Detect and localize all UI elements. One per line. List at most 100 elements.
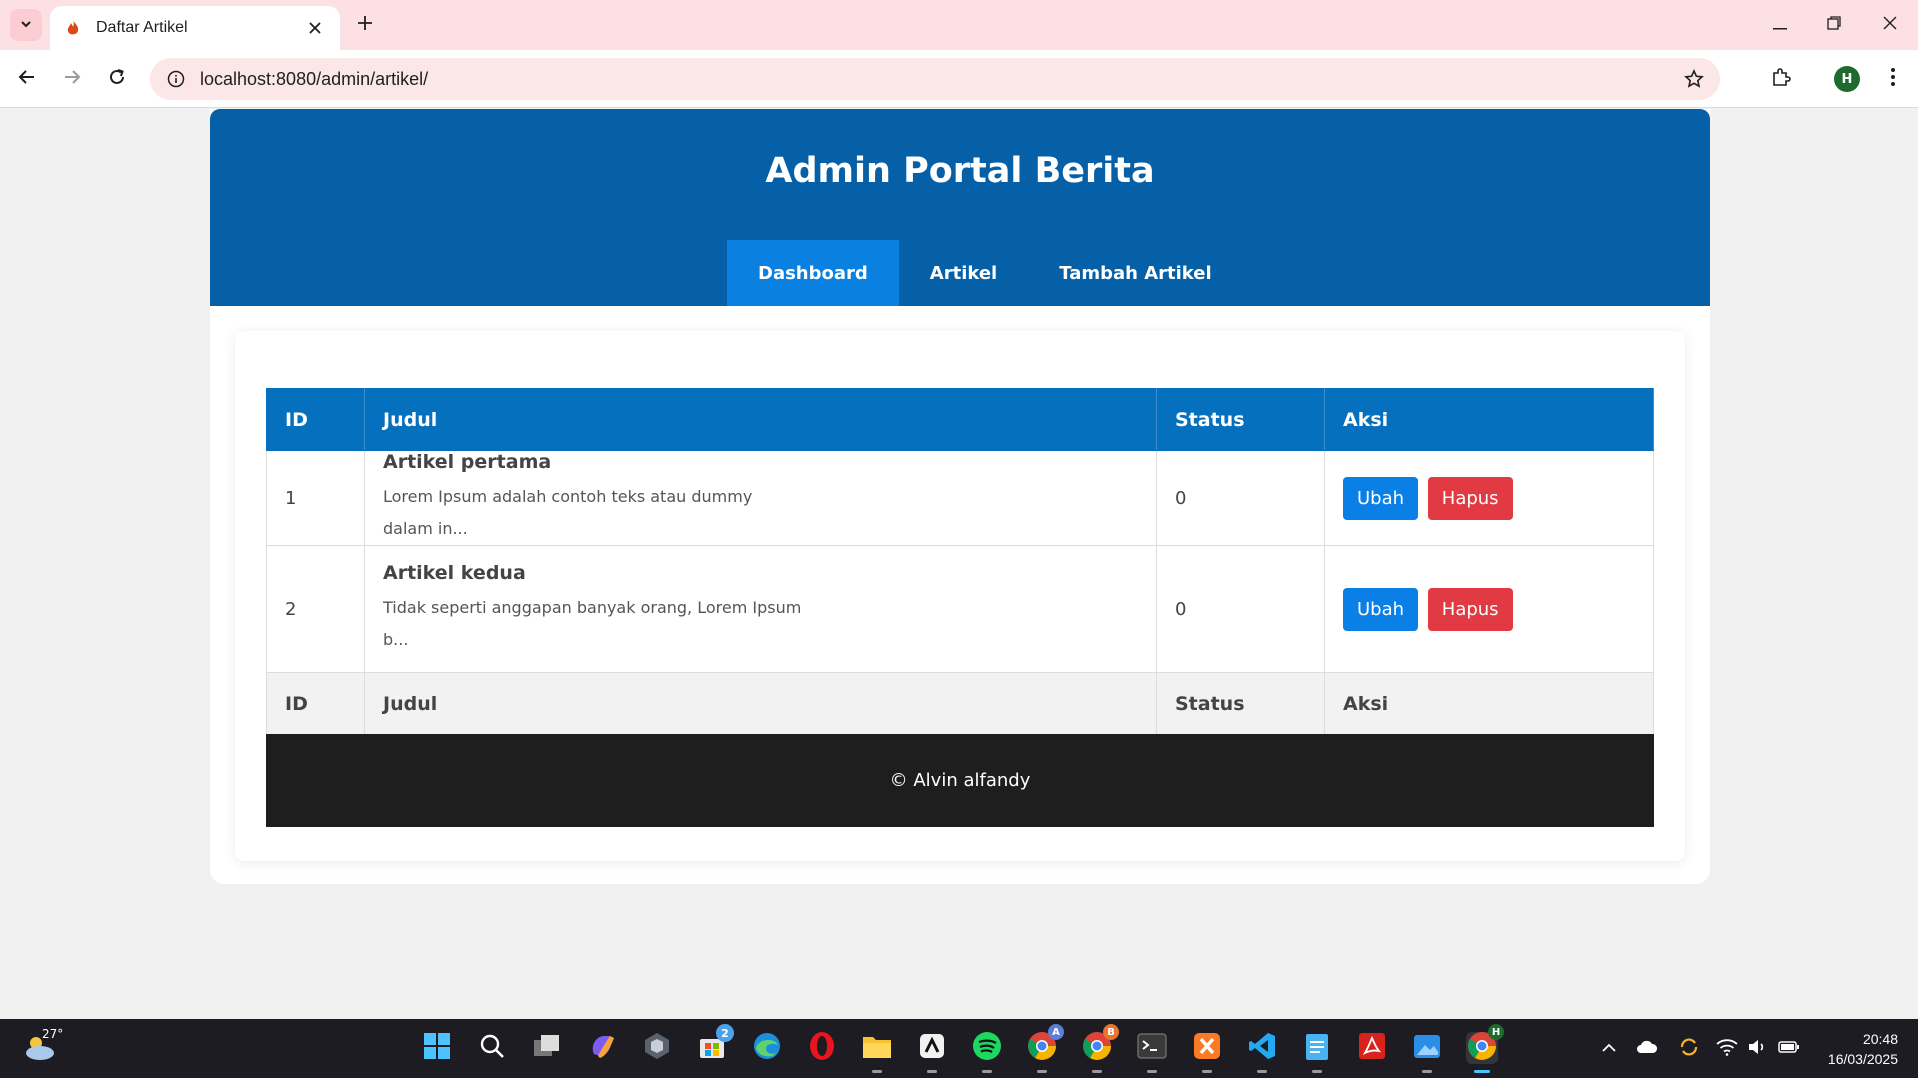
profile-badge: B: [1103, 1024, 1119, 1040]
edit-button[interactable]: Ubah: [1343, 476, 1419, 520]
profile-badge: A: [1048, 1024, 1064, 1040]
wifi-icon[interactable]: [1716, 1036, 1738, 1058]
temperature-label: 27°: [42, 1027, 64, 1041]
article-table: ID Judul Status Aksi 1 Artikel pertama L…: [266, 388, 1654, 736]
back-button[interactable]: [10, 62, 44, 96]
close-window-button[interactable]: [1862, 0, 1918, 48]
running-indicator: [1092, 1070, 1102, 1073]
cell-judul: Artikel kedua Tidak seperti anggapan ban…: [364, 545, 1157, 673]
footer-header-judul: Judul: [364, 672, 1157, 736]
edit-button[interactable]: Ubah: [1343, 587, 1419, 631]
chrome-active-button[interactable]: H: [1466, 1024, 1504, 1073]
weather-widget[interactable]: 27°: [22, 1027, 63, 1067]
profile-avatar[interactable]: H: [1834, 66, 1860, 92]
browser-tab-active[interactable]: Daftar Artikel: [50, 6, 340, 50]
flame-icon: [64, 19, 82, 37]
extensions-button[interactable]: [1764, 62, 1798, 96]
nav-artikel[interactable]: Artikel: [899, 240, 1028, 306]
hexagon-app-icon: [644, 1032, 670, 1064]
footer-header-status: Status: [1156, 672, 1325, 736]
onedrive-icon[interactable]: [1636, 1036, 1658, 1058]
plus-icon: [357, 15, 373, 35]
widgets-app-button[interactable]: [641, 1032, 673, 1064]
new-tab-button[interactable]: [350, 10, 380, 40]
page-viewport: Admin Portal Berita Dashboard Artikel Ta…: [0, 109, 1918, 1019]
xampp-button[interactable]: [1191, 1032, 1223, 1073]
nav-tambah-artikel[interactable]: Tambah Artikel: [1028, 240, 1242, 306]
minimize-icon: [1773, 15, 1787, 34]
table-row: 1 Artikel pertama Lorem Ipsum adalah con…: [266, 450, 1654, 546]
page-title: Admin Portal Berita: [765, 151, 1155, 191]
article-excerpt: Tidak seperti anggapan banyak orang, Lor…: [383, 598, 802, 649]
column-header-id: ID: [266, 388, 365, 451]
taskbar: 27° 2 A B H 20:48 16/03/2025: [0, 1019, 1918, 1078]
file-explorer-button[interactable]: [861, 1032, 893, 1073]
table-row: 2 Artikel kedua Tidak seperti anggapan b…: [266, 545, 1654, 673]
arrow-right-icon: [63, 68, 81, 90]
restore-icon: [1827, 15, 1841, 34]
tab-title: Daftar Artikel: [96, 19, 188, 36]
running-indicator: [1422, 1070, 1432, 1073]
paint-app-button[interactable]: [1411, 1032, 1443, 1073]
running-indicator: [1147, 1070, 1157, 1073]
content-card: ID Judul Status Aksi 1 Artikel pertama L…: [235, 331, 1685, 861]
opera-button[interactable]: [806, 1032, 838, 1064]
store-badge: 2: [716, 1024, 734, 1042]
address-bar[interactable]: localhost:8080/admin/artikel/: [150, 58, 1720, 100]
footer-header-aksi: Aksi: [1324, 672, 1654, 736]
terminal-button[interactable]: [1136, 1032, 1168, 1073]
edge-button[interactable]: [751, 1032, 783, 1064]
delete-button[interactable]: Hapus: [1427, 476, 1513, 520]
cell-status: 0: [1156, 450, 1325, 546]
volume-icon[interactable]: [1746, 1036, 1768, 1058]
bookmark-star-icon[interactable]: [1682, 67, 1706, 91]
terminal-icon: [1137, 1033, 1167, 1063]
copyright-text: © Alvin alfandy: [889, 770, 1031, 791]
battery-icon[interactable]: [1778, 1036, 1800, 1058]
running-indicator: [982, 1070, 992, 1073]
microsoft-store-button[interactable]: 2: [696, 1024, 734, 1064]
running-indicator: [1202, 1070, 1212, 1073]
task-view-icon: [533, 1034, 561, 1062]
copilot-button[interactable]: [586, 1032, 618, 1064]
app-button[interactable]: [916, 1032, 948, 1073]
delete-button[interactable]: Hapus: [1427, 587, 1513, 631]
running-indicator: [872, 1070, 882, 1073]
acrobat-button[interactable]: [1356, 1032, 1388, 1064]
sync-icon[interactable]: [1678, 1036, 1700, 1058]
table-header-row: ID Judul Status Aksi: [266, 388, 1654, 451]
site-footer: © Alvin alfandy: [266, 734, 1654, 827]
minimize-button[interactable]: [1752, 0, 1808, 48]
site-header: Admin Portal Berita Dashboard Artikel Ta…: [210, 109, 1710, 306]
chrome-profile-b-button[interactable]: B: [1081, 1024, 1119, 1073]
article-title: Artikel pertama: [383, 451, 552, 473]
close-tab-icon[interactable]: [304, 17, 326, 39]
forward-button[interactable]: [55, 62, 89, 96]
tab-search-button[interactable]: [10, 9, 42, 41]
cell-aksi: Ubah Hapus: [1324, 450, 1654, 546]
system-clock[interactable]: 20:48 16/03/2025: [1828, 1029, 1898, 1069]
chevron-down-icon: [19, 16, 33, 35]
restore-button[interactable]: [1806, 0, 1862, 48]
copilot-icon: [588, 1032, 616, 1064]
task-view-button[interactable]: [531, 1032, 563, 1064]
spotify-icon: [972, 1031, 1002, 1065]
cell-judul: Artikel pertama Lorem Ipsum adalah conto…: [364, 450, 1157, 546]
show-hidden-icons-button[interactable]: [1598, 1036, 1620, 1058]
opera-icon: [808, 1031, 836, 1065]
chrome-profile-a-button[interactable]: A: [1026, 1024, 1064, 1073]
start-button[interactable]: [421, 1032, 453, 1064]
notepad-icon: [1304, 1031, 1330, 1065]
taskbar-search-button[interactable]: [476, 1032, 508, 1064]
vscode-button[interactable]: [1246, 1032, 1278, 1073]
browser-menu-button[interactable]: [1876, 62, 1910, 96]
nav-dashboard[interactable]: Dashboard: [727, 240, 899, 306]
running-indicator: [1474, 1070, 1490, 1073]
reload-button[interactable]: [100, 62, 134, 96]
browser-toolbar: localhost:8080/admin/artikel/ H: [0, 50, 1918, 108]
notepad-button[interactable]: [1301, 1031, 1333, 1073]
vscode-icon: [1248, 1032, 1276, 1064]
spotify-button[interactable]: [971, 1031, 1003, 1073]
pdf-icon: [1358, 1032, 1386, 1064]
site-info-icon[interactable]: [164, 67, 188, 91]
